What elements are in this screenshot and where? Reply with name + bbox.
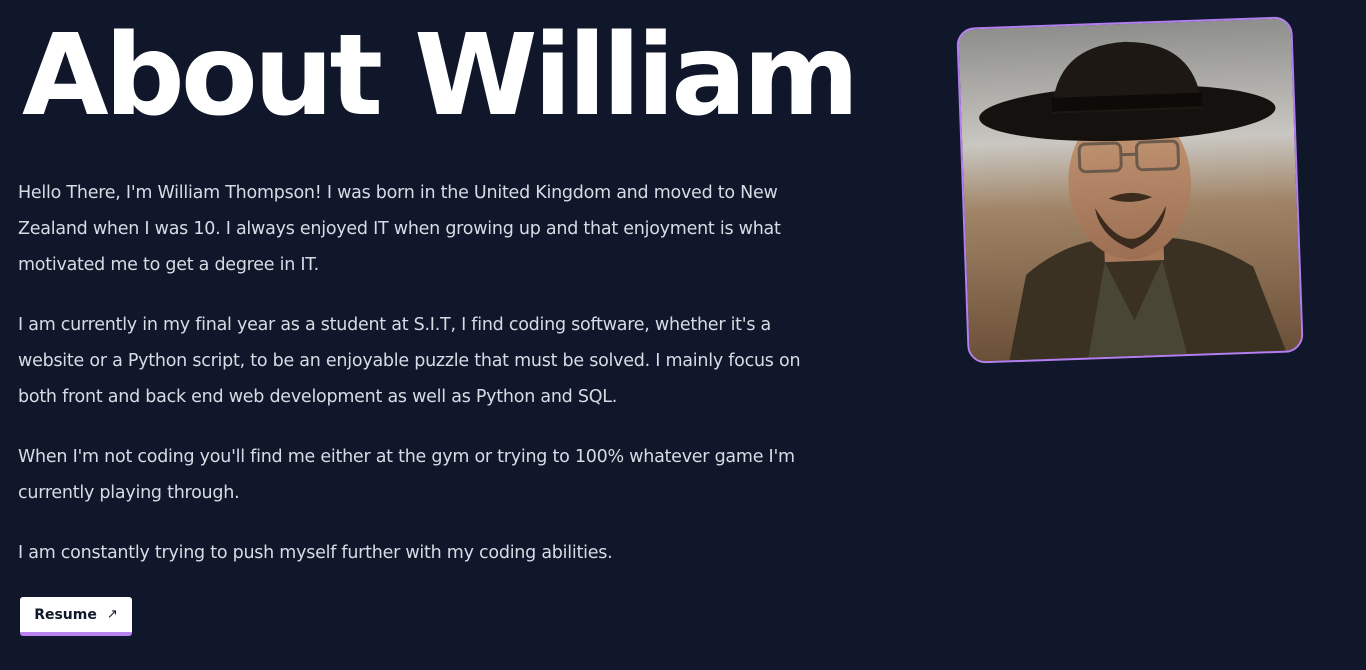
resume-button-label: Resume	[34, 606, 97, 623]
resume-button[interactable]: Resume ↗	[20, 597, 132, 636]
about-paragraphs: Hello There, I'm William Thompson! I was…	[18, 175, 808, 595]
about-paragraph: I am constantly trying to push myself fu…	[18, 543, 613, 563]
profile-photo	[956, 16, 1304, 364]
page-title: About William	[22, 11, 859, 141]
about-paragraph: When I'm not coding you'll find me eithe…	[18, 447, 795, 503]
arrow-up-right-icon: ↗	[106, 607, 118, 622]
about-paragraph: Hello There, I'm William Thompson! I was…	[18, 183, 781, 275]
profile-photo-illustration	[958, 18, 1302, 362]
about-paragraph: I am currently in my final year as a stu…	[18, 315, 801, 407]
